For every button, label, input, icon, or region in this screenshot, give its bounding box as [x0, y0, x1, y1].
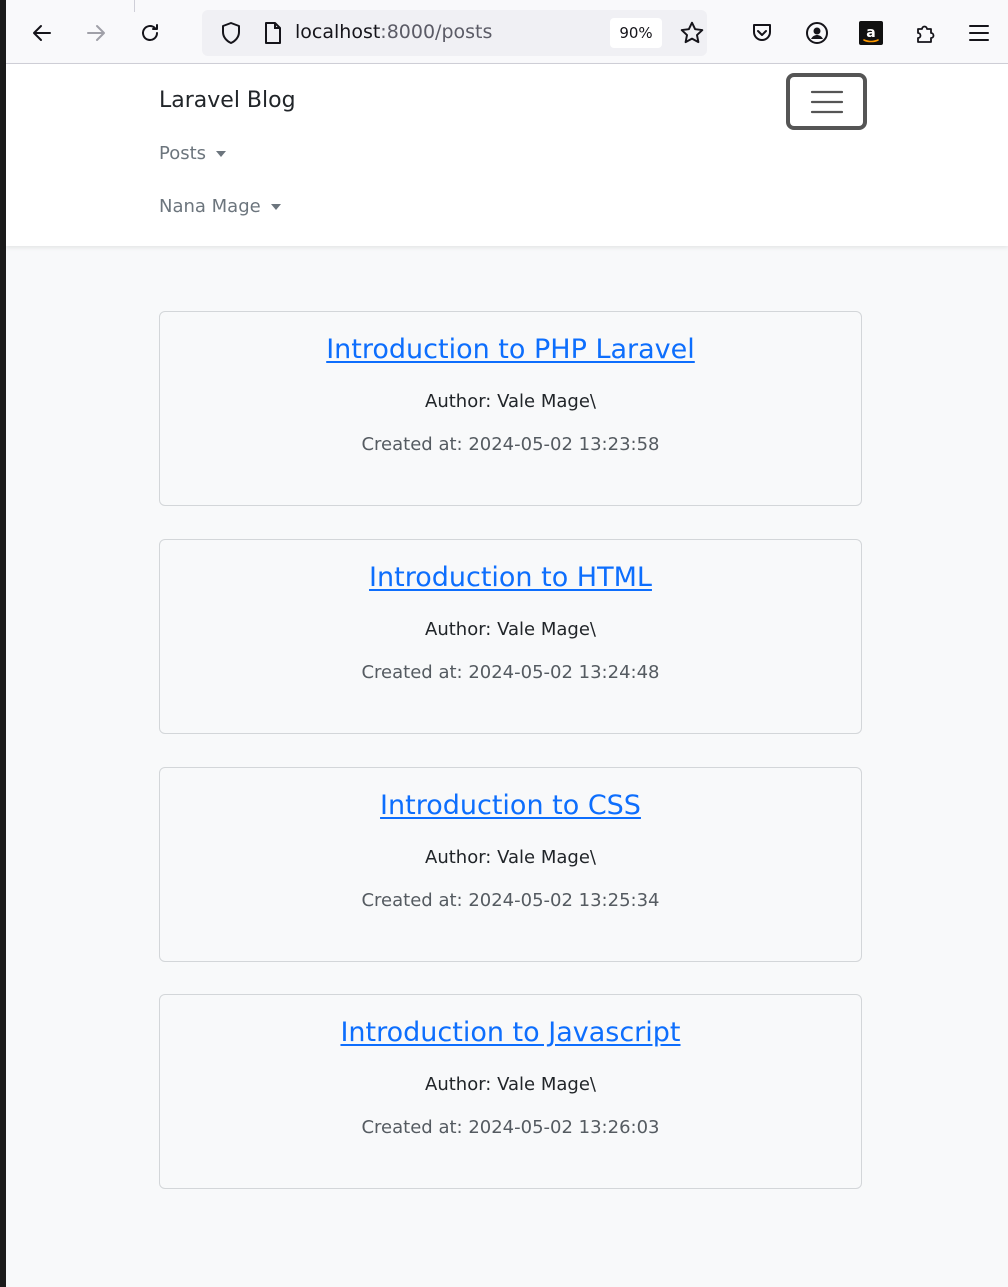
post-title-link[interactable]: Introduction to Javascript: [160, 1017, 861, 1048]
svg-text:a: a: [866, 25, 875, 41]
address-bar[interactable]: localhost:8000/posts 90%: [202, 10, 707, 56]
extensions-puzzle-icon[interactable]: [910, 18, 940, 48]
zoom-badge[interactable]: 90%: [610, 18, 662, 48]
reload-icon[interactable]: [135, 18, 165, 48]
account-icon[interactable]: [802, 18, 832, 48]
post-created-at: Created at: 2024-05-02 13:26:03: [361, 1117, 660, 1138]
post-title-link[interactable]: Introduction to HTML: [160, 562, 861, 593]
post-author: Author: Vale Mage\: [425, 1074, 596, 1095]
post-created-at: Created at: 2024-05-02 13:25:34: [361, 890, 660, 911]
post-title-link[interactable]: Introduction to CSS: [160, 790, 861, 821]
post-created-at: Created at: 2024-05-02 13:24:48: [361, 662, 660, 683]
post-author: Author: Vale Mage\: [425, 847, 596, 868]
post-card: Introduction to Javascript Author: Vale …: [159, 994, 862, 1189]
menu-hamburger-icon[interactable]: [964, 18, 994, 48]
hamburger-icon: [810, 90, 843, 113]
nav-dropdown-user[interactable]: Nana Mage: [159, 196, 281, 217]
amazon-extension-icon[interactable]: a: [856, 18, 886, 48]
post-author: Author: Vale Mage\: [425, 619, 596, 640]
nav-item-label: Posts: [159, 143, 207, 164]
post-card: Introduction to PHP Laravel Author: Vale…: [159, 311, 862, 506]
url-host: localhost: [295, 21, 381, 43]
url-path: :8000/posts: [380, 21, 493, 43]
caret-down-icon: [270, 203, 281, 210]
navbar-toggler-button[interactable]: [786, 73, 867, 130]
post-author: Author: Vale Mage\: [425, 391, 596, 412]
back-arrow-icon[interactable]: [27, 18, 57, 48]
url-text[interactable]: localhost:8000/posts: [295, 21, 492, 43]
site-navbar: Laravel Blog Posts Nana Mage: [6, 64, 1008, 246]
nav-dropdown-posts[interactable]: Posts: [159, 143, 227, 164]
tab-separator: [134, 0, 135, 12]
browser-toolbar: localhost:8000/posts 90% a: [6, 0, 1008, 64]
pocket-icon[interactable]: [747, 18, 777, 48]
forward-arrow-icon[interactable]: [81, 18, 111, 48]
shield-icon[interactable]: [216, 18, 246, 48]
navbar-brand[interactable]: Laravel Blog: [159, 88, 296, 113]
star-bookmark-icon[interactable]: [677, 18, 707, 48]
post-created-at: Created at: 2024-05-02 13:23:58: [361, 434, 660, 455]
post-card: Introduction to HTML Author: Vale Mage\ …: [159, 539, 862, 734]
post-card: Introduction to CSS Author: Vale Mage\ C…: [159, 767, 862, 962]
nav-item-label: Nana Mage: [159, 196, 261, 217]
caret-down-icon: [216, 150, 227, 157]
post-title-link[interactable]: Introduction to PHP Laravel: [160, 334, 861, 365]
page-icon: [258, 18, 288, 48]
